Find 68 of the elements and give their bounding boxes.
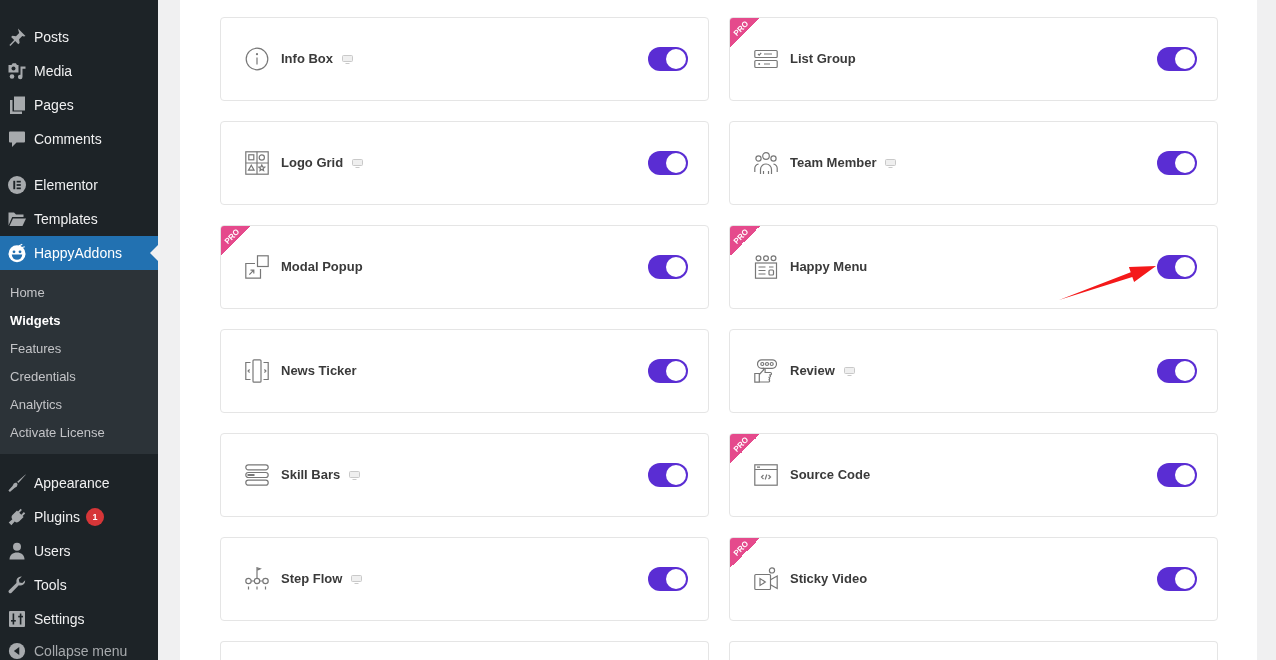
list-icon bbox=[754, 47, 778, 71]
widget-title: Happy Menu bbox=[790, 259, 868, 275]
collapse-menu-button[interactable]: Collapse menu bbox=[0, 636, 158, 660]
toggle-switch[interactable] bbox=[1157, 255, 1197, 279]
plug-icon bbox=[7, 507, 27, 527]
pages-icon bbox=[7, 95, 27, 115]
widget-title: List Group bbox=[790, 51, 856, 67]
widget-title: Logo Grid bbox=[281, 155, 344, 171]
step-flow-icon bbox=[245, 567, 269, 591]
menu-window-icon bbox=[754, 255, 778, 279]
hand-speech-icon bbox=[754, 359, 778, 383]
people-icon bbox=[754, 151, 778, 175]
paintbrush-icon bbox=[7, 473, 27, 493]
widget-title: News Ticker bbox=[281, 363, 357, 379]
count-badge: 1 bbox=[85, 508, 104, 526]
carousel-icon bbox=[245, 359, 269, 383]
widget-title: Step Flow bbox=[281, 571, 343, 587]
sidebar-menu-item[interactable]: Templates bbox=[0, 202, 158, 236]
widget-title: Info Box bbox=[281, 51, 333, 67]
widget-title: Review bbox=[790, 363, 835, 379]
sidebar-menu-item[interactable]: Pages bbox=[0, 88, 158, 122]
user-icon bbox=[7, 541, 27, 561]
pin-icon bbox=[7, 27, 27, 47]
expand-squares-icon bbox=[245, 255, 269, 279]
sidebar-menu-item[interactable]: Elementor bbox=[0, 168, 158, 202]
toggle-switch[interactable] bbox=[1157, 359, 1197, 383]
sidebar-menu-item[interactable]: Posts bbox=[0, 20, 158, 54]
sliders-icon bbox=[7, 609, 27, 629]
widget-title: Modal Popup bbox=[281, 259, 363, 275]
submenu-item[interactable]: Home bbox=[0, 278, 158, 306]
e-logo-icon bbox=[7, 175, 27, 195]
submenu-item[interactable]: Widgets bbox=[0, 306, 158, 334]
toggle-switch[interactable] bbox=[648, 567, 688, 591]
toggle-switch[interactable] bbox=[1157, 47, 1197, 71]
sidebar-menu-item[interactable]: Media bbox=[0, 54, 158, 88]
info-icon bbox=[245, 47, 269, 71]
speech-bubble-icon bbox=[7, 129, 27, 149]
code-window-icon bbox=[754, 463, 778, 487]
widget-title: Source Code bbox=[790, 467, 871, 483]
sidebar-menu-item[interactable]: HappyAddons bbox=[0, 236, 158, 270]
sidebar-menu-item[interactable]: Settings bbox=[0, 602, 158, 636]
submenu-item[interactable]: Credentials bbox=[0, 362, 158, 390]
sidebar-menu-item[interactable]: Plugins 1 bbox=[0, 500, 158, 534]
sidebar-menu-item[interactable]: Users bbox=[0, 534, 158, 568]
toggle-switch[interactable] bbox=[1157, 151, 1197, 175]
toggle-switch[interactable] bbox=[648, 151, 688, 175]
submenu-item[interactable]: Activate License bbox=[0, 418, 158, 446]
notch-icon bbox=[150, 245, 158, 261]
wrench-icon bbox=[7, 575, 27, 595]
sidebar-menu-item[interactable]: Tools bbox=[0, 568, 158, 602]
widget-title: Team Member bbox=[790, 155, 877, 171]
bars-icon bbox=[245, 463, 269, 487]
face-logo-icon bbox=[7, 243, 27, 263]
submenu-item[interactable]: Features bbox=[0, 334, 158, 362]
toggle-switch[interactable] bbox=[648, 359, 688, 383]
toggle-switch[interactable] bbox=[648, 47, 688, 71]
toggle-switch[interactable] bbox=[648, 255, 688, 279]
toggle-switch[interactable] bbox=[1157, 567, 1197, 591]
sidebar-menu-item[interactable]: Appearance bbox=[0, 466, 158, 500]
sidebar-menu-item[interactable]: Comments bbox=[0, 122, 158, 156]
shapes-grid-icon bbox=[245, 151, 269, 175]
camera-note-icon bbox=[7, 61, 27, 81]
widget-title: Sticky Video bbox=[790, 571, 868, 587]
submenu-item[interactable]: Analytics bbox=[0, 390, 158, 418]
toggle-switch[interactable] bbox=[648, 463, 688, 487]
video-camera-icon bbox=[754, 567, 778, 591]
widget-title: Skill Bars bbox=[281, 467, 341, 483]
toggle-switch[interactable] bbox=[1157, 463, 1197, 487]
